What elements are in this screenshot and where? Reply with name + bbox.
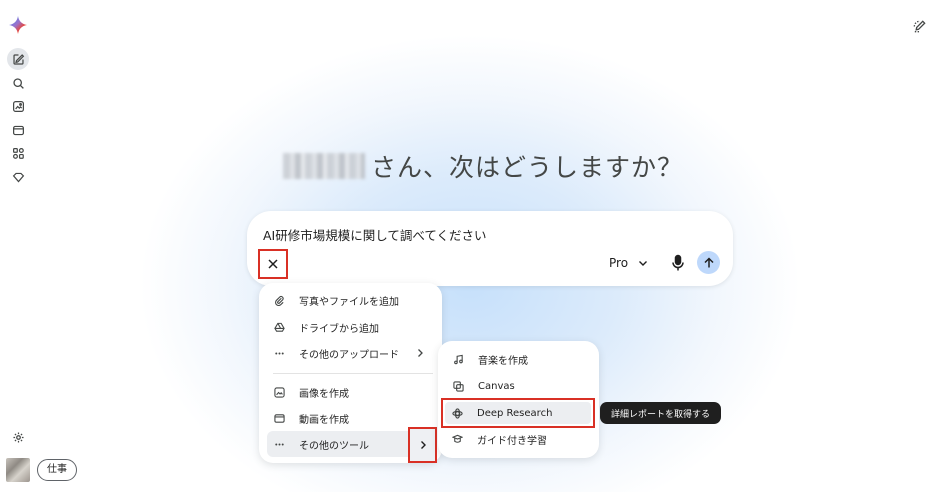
user-name-redacted bbox=[283, 153, 365, 179]
work-chip[interactable]: 仕事 bbox=[37, 459, 77, 481]
more-tools-expand-button[interactable] bbox=[408, 427, 437, 463]
avatar[interactable] bbox=[6, 458, 30, 482]
more-horiz-icon bbox=[274, 351, 284, 355]
menu-divider bbox=[273, 373, 433, 374]
arrow-up-icon bbox=[703, 256, 714, 267]
edit-icon bbox=[12, 53, 24, 65]
gear-icon bbox=[12, 431, 24, 443]
close-tools-button[interactable] bbox=[258, 249, 288, 279]
more-horiz-icon bbox=[274, 442, 284, 446]
video-icon bbox=[273, 413, 285, 423]
microphone-icon[interactable] bbox=[670, 254, 686, 272]
prompt-input[interactable]: AI研修市場規模に関して調べてください bbox=[263, 225, 487, 244]
prompt-box[interactable]: AI研修市場規模に関して調べてください Pro bbox=[247, 211, 733, 286]
send-button[interactable] bbox=[697, 251, 720, 274]
video-button[interactable] bbox=[7, 119, 29, 141]
chevron-right-icon bbox=[420, 441, 426, 449]
gallery-button[interactable] bbox=[7, 95, 29, 117]
deep-research-tooltip: 詳細レポートを取得する bbox=[600, 402, 721, 424]
chevron-right-icon bbox=[418, 349, 423, 357]
menu-item-add-drive[interactable]: ドライブから追加 bbox=[267, 314, 434, 340]
image-icon bbox=[273, 386, 285, 398]
submenu-item-canvas[interactable]: Canvas bbox=[446, 373, 592, 399]
temporary-chat-icon[interactable] bbox=[912, 19, 927, 34]
apps-button[interactable] bbox=[7, 142, 29, 164]
guided-learning-icon bbox=[451, 434, 463, 443]
search-icon bbox=[12, 77, 24, 89]
model-label: Pro bbox=[609, 256, 629, 270]
gemini-logo-icon[interactable] bbox=[9, 16, 27, 34]
apps-icon bbox=[12, 147, 24, 159]
greeting-text: さん、次はどうしますか？ bbox=[371, 153, 684, 182]
new-chat-button[interactable] bbox=[7, 48, 29, 70]
drive-icon bbox=[273, 322, 285, 332]
gems-button[interactable] bbox=[7, 166, 29, 188]
search-button[interactable] bbox=[7, 72, 29, 94]
paperclip-icon bbox=[274, 295, 284, 306]
music-icon bbox=[453, 354, 463, 364]
submenu-item-create-music[interactable]: 音楽を作成 bbox=[446, 346, 592, 372]
model-selector[interactable]: Pro bbox=[609, 254, 648, 272]
sidebar bbox=[0, 0, 36, 492]
gallery-icon bbox=[12, 100, 24, 112]
canvas-icon bbox=[452, 380, 464, 392]
settings-button[interactable] bbox=[7, 426, 29, 448]
deep-research-highlight-box bbox=[441, 398, 595, 428]
close-icon bbox=[268, 259, 278, 269]
menu-item-create-image[interactable]: 画像を作成 bbox=[267, 379, 434, 405]
video-library-icon bbox=[12, 125, 24, 135]
gem-icon bbox=[12, 172, 24, 182]
submenu-item-guided-learning[interactable]: ガイド付き学習 bbox=[445, 426, 591, 452]
greeting: さん、次はどうしますか？ bbox=[283, 146, 683, 186]
menu-item-more-uploads[interactable]: その他のアップロード bbox=[267, 340, 434, 366]
chevron-down-icon bbox=[639, 261, 648, 266]
menu-item-add-file[interactable]: 写真やファイルを追加 bbox=[267, 287, 434, 313]
